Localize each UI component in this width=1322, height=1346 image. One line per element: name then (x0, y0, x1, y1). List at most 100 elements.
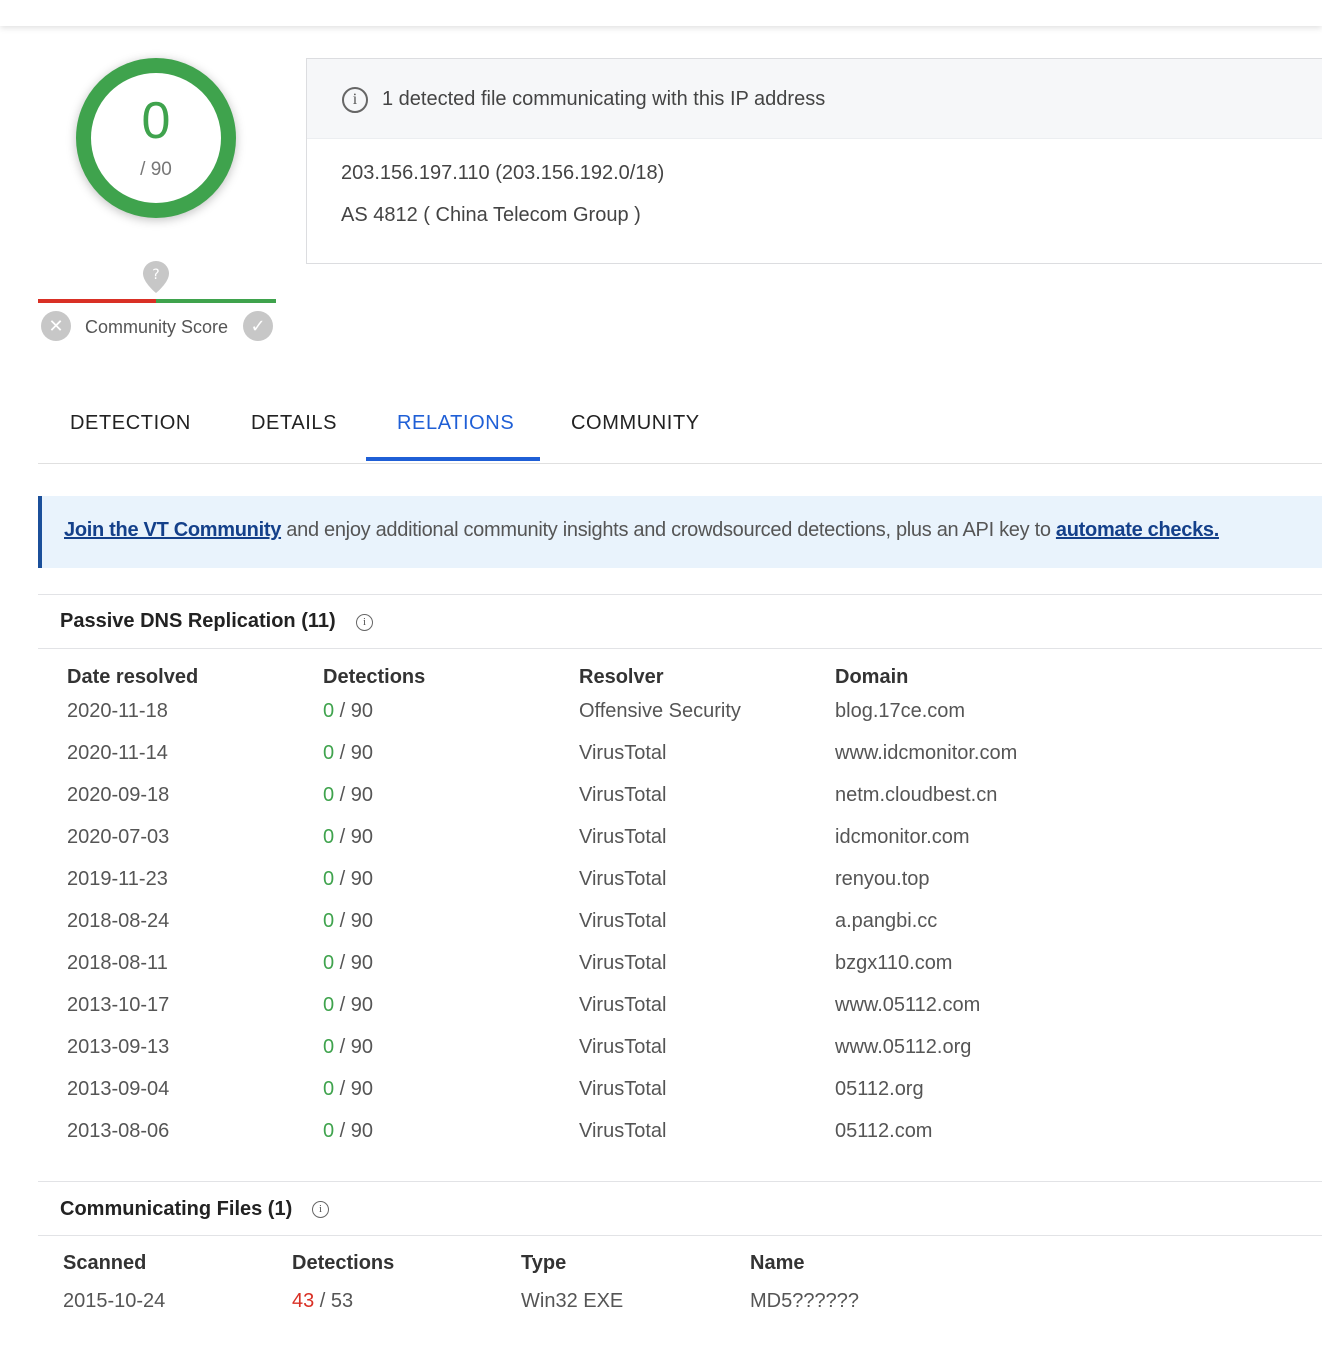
banner-middle-text: and enjoy additional community insights … (281, 519, 1056, 541)
resolver-cell: VirusTotal (579, 994, 667, 1016)
detections-cell: 0 / 90 (323, 1036, 373, 1059)
section-divider (38, 648, 1322, 649)
date-resolved-cell: 2013-09-13 (67, 1036, 170, 1058)
tab-details[interactable]: DETAILS (251, 412, 337, 435)
detection-count: 0 (323, 1120, 335, 1142)
detection-count: 0 (323, 784, 335, 806)
detection-total: / 90 (334, 700, 374, 722)
section-divider (38, 1235, 1322, 1236)
detection-total: / 90 (334, 910, 374, 932)
detections-cell: 0 / 90 (323, 742, 373, 765)
domain-link[interactable]: a.pangbi.cc (835, 910, 937, 933)
column-header-type: Type (521, 1252, 567, 1274)
detections-cell: 0 / 90 (323, 700, 373, 723)
domain-link[interactable]: idcmonitor.com (835, 826, 970, 849)
domain-link[interactable]: www.idcmonitor.com (835, 742, 1017, 765)
check-icon[interactable]: ✓ (243, 311, 273, 341)
date-resolved-cell: 2018-08-24 (67, 910, 170, 932)
file-type-cell: Win32 EXE (521, 1290, 624, 1312)
section-divider (38, 1181, 1322, 1182)
domain-link[interactable]: www.05112.org (835, 1036, 971, 1059)
column-header-detections: Detections (292, 1252, 395, 1274)
resolver-cell: VirusTotal (579, 1120, 667, 1142)
detections-cell: 0 / 90 (323, 994, 373, 1017)
detection-total: / 90 (334, 994, 374, 1016)
detections-cell: 0 / 90 (323, 1078, 373, 1101)
ip-summary-card: i 1 detected file communicating with thi… (306, 58, 1322, 264)
date-resolved-cell: 2019-11-23 (67, 868, 168, 890)
communicating-files-title: Communicating Files (1) (60, 1198, 293, 1220)
resolver-cell: VirusTotal (579, 1078, 667, 1100)
top-bar (0, 0, 1322, 26)
detection-count: 0 (323, 826, 335, 848)
community-score-positive-bar (156, 299, 276, 303)
detection-count: 0 (323, 910, 335, 932)
page: 0 / 90 ? ✕ Community Score ✓ i 1 detecte… (0, 0, 1322, 1346)
column-header-resolver: Resolver (579, 666, 664, 688)
detections-cell: 0 / 90 (323, 826, 373, 849)
column-header-detections: Detections (323, 666, 426, 688)
automate-checks-link[interactable]: automate checks. (1056, 519, 1219, 541)
as-owner-line: AS 4812 ( China Telecom Group ) (341, 204, 641, 226)
date-resolved-cell: 2013-10-17 (67, 994, 170, 1016)
detection-total: / 90 (334, 784, 374, 806)
detection-score-value: 0 (141, 92, 171, 150)
detection-count: 0 (323, 1036, 335, 1058)
detection-total: / 90 (334, 1120, 374, 1142)
detections-cell: 0 / 90 (323, 1120, 373, 1143)
date-resolved-cell: 2020-07-03 (67, 826, 170, 848)
detection-total: / 90 (334, 952, 374, 974)
svg-text:?: ? (152, 267, 159, 283)
domain-link[interactable]: 05112.org (835, 1078, 924, 1101)
domain-link[interactable]: bzgx110.com (835, 952, 952, 975)
column-header-domain: Domain (835, 666, 909, 688)
resolver-cell: Offensive Security (579, 700, 741, 722)
date-resolved-cell: 2020-11-14 (67, 742, 168, 764)
detection-total: / 53 (314, 1290, 354, 1312)
detection-count: 0 (323, 1078, 335, 1100)
date-resolved-cell: 2020-09-18 (67, 784, 170, 806)
column-header-scanned: Scanned (63, 1252, 147, 1274)
ip-summary-header: i 1 detected file communicating with thi… (307, 59, 1322, 139)
detection-total: / 90 (334, 868, 374, 890)
detection-count: 43 (292, 1290, 315, 1312)
community-score-label: Community Score (85, 317, 229, 337)
banner-text: Join the VT Community and enjoy addition… (64, 519, 1219, 542)
detection-count: 0 (323, 700, 335, 722)
detection-total: / 90 (334, 742, 374, 764)
domain-link[interactable]: blog.17ce.com (835, 700, 965, 723)
detection-score-gauge: 0 / 90 (76, 58, 236, 218)
detection-count: 0 (323, 868, 335, 890)
date-resolved-cell: 2020-11-18 (67, 700, 168, 722)
detection-count: 0 (323, 742, 335, 764)
x-icon[interactable]: ✕ (41, 311, 71, 341)
tab-relations[interactable]: RELATIONS (397, 412, 514, 435)
tab-bar: DETECTION DETAILS RELATIONS COMMUNITY (38, 390, 1322, 464)
resolver-cell: VirusTotal (579, 910, 667, 932)
detections-cell: 0 / 90 (323, 784, 373, 807)
info-icon[interactable]: i (356, 614, 373, 631)
detection-score-total: / 90 (140, 159, 172, 180)
file-name-link[interactable]: MD5?????? (750, 1290, 859, 1313)
tab-detection[interactable]: DETECTION (70, 412, 191, 435)
domain-link[interactable]: www.05112.com (835, 994, 980, 1017)
join-community-link[interactable]: Join the VT Community (64, 519, 281, 541)
resolver-cell: VirusTotal (579, 868, 667, 890)
detections-cell: 0 / 90 (323, 910, 373, 933)
section-divider (38, 594, 1322, 595)
community-banner: Join the VT Community and enjoy addition… (38, 496, 1322, 568)
tab-community[interactable]: COMMUNITY (571, 412, 700, 435)
info-icon: i (342, 87, 368, 113)
date-resolved-cell: 2013-09-04 (67, 1078, 170, 1100)
domain-link[interactable]: netm.cloudbest.cn (835, 784, 997, 807)
detections-cell: 43 / 53 (292, 1290, 353, 1313)
domain-link[interactable]: 05112.com (835, 1120, 932, 1143)
info-icon[interactable]: i (312, 1201, 329, 1218)
resolver-cell: VirusTotal (579, 742, 667, 764)
resolver-cell: VirusTotal (579, 952, 667, 974)
domain-link[interactable]: renyou.top (835, 868, 930, 891)
ip-address-line: 203.156.197.110 (203.156.192.0/18) (341, 162, 665, 184)
question-pin-icon: ? (143, 261, 169, 293)
detections-cell: 0 / 90 (323, 868, 373, 891)
community-score-negative-bar (38, 299, 156, 303)
